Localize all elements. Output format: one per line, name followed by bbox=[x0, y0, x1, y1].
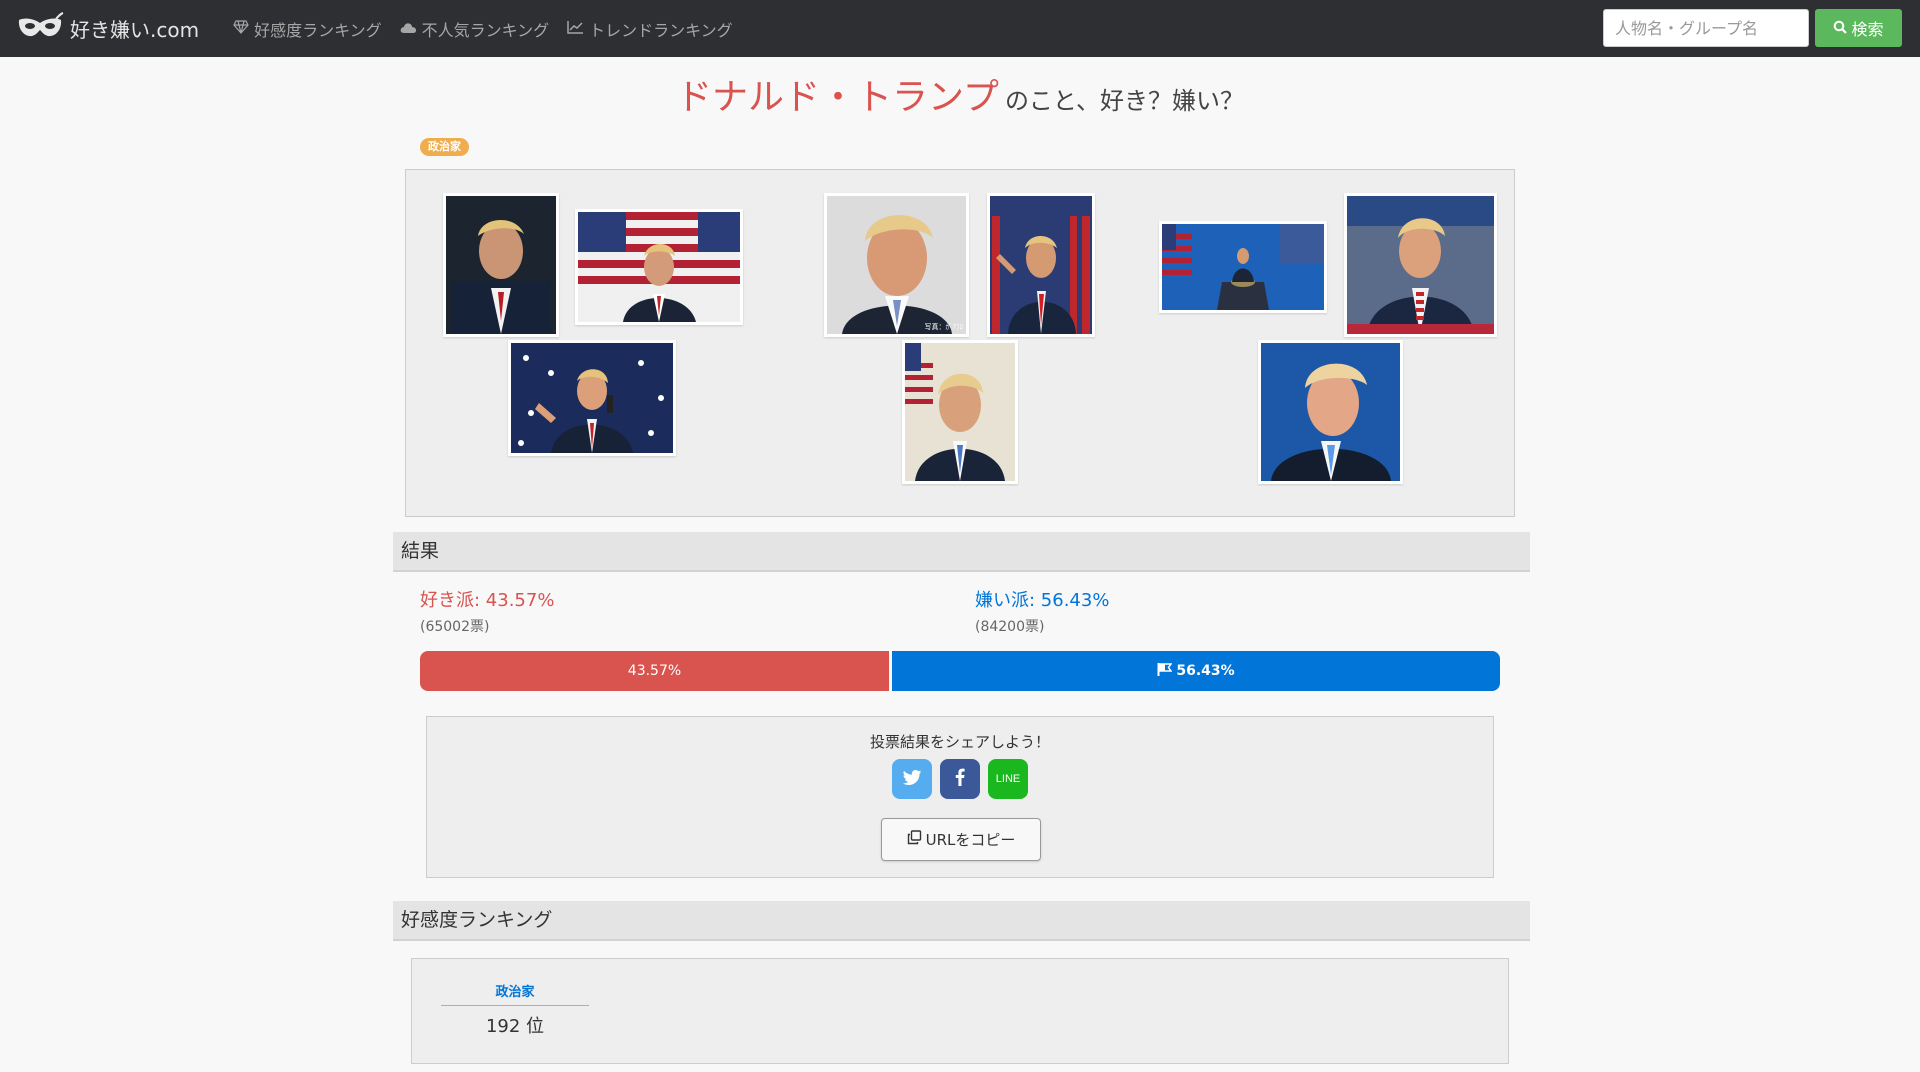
dislike-label: 嫌い派 bbox=[975, 590, 1029, 611]
brand-logo[interactable]: 好き嫌い.com bbox=[16, 11, 199, 46]
like-bar: 43.57% bbox=[420, 651, 889, 691]
person-photo[interactable] bbox=[1258, 340, 1403, 484]
dislike-bar: 56.43% bbox=[892, 651, 1500, 691]
person-photo[interactable] bbox=[508, 340, 676, 456]
search-input[interactable] bbox=[1603, 9, 1809, 47]
copy-icon bbox=[907, 830, 926, 849]
facebook-share-button[interactable] bbox=[940, 759, 980, 799]
photo-credit: 写真：ｶﾞｱﾌﾛ bbox=[924, 323, 964, 331]
brand-text: 好き嫌い.com bbox=[70, 18, 200, 42]
person-photo[interactable] bbox=[1344, 193, 1497, 337]
like-result: 好き派: 43.57% bbox=[420, 590, 555, 611]
search-form: 検索 bbox=[1603, 9, 1902, 47]
page-title: ドナルド・トランプ のこと、好き？嫌い？ bbox=[0, 68, 1920, 120]
diamond-icon bbox=[233, 19, 254, 38]
facebook-icon bbox=[955, 768, 965, 790]
share-prompt: 投票結果をシェアしよう！ bbox=[869, 733, 1050, 751]
line-chart-icon bbox=[567, 19, 589, 38]
line-share-button[interactable]: LINE bbox=[988, 759, 1028, 799]
twitter-share-button[interactable] bbox=[892, 759, 932, 799]
twitter-icon bbox=[902, 769, 922, 789]
share-box: 投票結果をシェアしよう！ LINE URLをコピー bbox=[426, 716, 1494, 878]
cloud-icon bbox=[400, 19, 422, 38]
ranking-position: 192 位 bbox=[485, 1016, 545, 1037]
dislike-percent: 56.43% bbox=[1040, 590, 1110, 611]
share-buttons: LINE bbox=[892, 759, 1036, 799]
person-photo[interactable] bbox=[987, 193, 1095, 337]
dislike-result: 嫌い派: 56.43% bbox=[975, 590, 1110, 611]
nav-like-ranking[interactable]: 好感度ランキング bbox=[233, 17, 382, 41]
title-suffix: のこと、好き？嫌い？ bbox=[1004, 87, 1244, 115]
person-name: ドナルド・トランプ bbox=[676, 77, 999, 118]
search-button[interactable]: 検索 bbox=[1815, 9, 1902, 47]
line-label: LINE bbox=[995, 773, 1021, 785]
copy-url-button[interactable]: URLをコピー bbox=[881, 818, 1041, 861]
like-votes: (65002票) bbox=[420, 619, 490, 635]
nav-unpopular-ranking[interactable]: 不人気ランキング bbox=[400, 17, 549, 41]
person-photo[interactable] bbox=[575, 209, 743, 325]
dislike-votes: (84200票) bbox=[975, 619, 1045, 635]
ranking-box: 政治家 192 位 bbox=[411, 958, 1509, 1064]
navbar: 好き嫌い.com 好感度ランキング 不人気ランキング トレンドランキング 人物名… bbox=[0, 0, 1920, 57]
like-label: 好き派 bbox=[420, 590, 474, 611]
person-photo[interactable]: 写真：ｶﾞｱﾌﾛ bbox=[824, 193, 969, 337]
photo-gallery: 写真：ｶﾞｱﾌﾛ bbox=[405, 169, 1515, 517]
like-percent: 43.57% bbox=[485, 590, 555, 611]
person-photo[interactable] bbox=[1159, 221, 1327, 313]
person-photo[interactable] bbox=[443, 193, 559, 337]
nav-trend-ranking[interactable]: トレンドランキング bbox=[567, 17, 733, 41]
ranking-category-link[interactable]: 政治家 bbox=[441, 981, 589, 1006]
person-photo[interactable] bbox=[902, 340, 1018, 484]
ranking-heading: 好感度ランキング bbox=[393, 901, 1530, 941]
vote-progress-bar: 43.57% 56.43% bbox=[420, 651, 1500, 691]
mask-logo-icon bbox=[16, 11, 70, 46]
search-icon bbox=[1833, 19, 1851, 38]
nav-links: 好感度ランキング 不人気ランキング トレンドランキング bbox=[233, 17, 751, 41]
flag-icon bbox=[1157, 662, 1176, 680]
result-heading: 結果 bbox=[393, 532, 1530, 572]
category-badge[interactable]: 政治家 bbox=[420, 138, 469, 156]
